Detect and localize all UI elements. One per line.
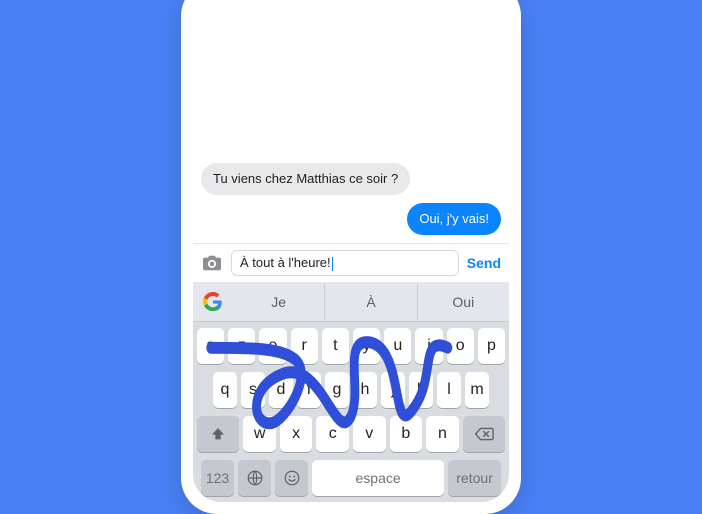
suggestion-2[interactable]: À: [324, 284, 416, 320]
message-input-text: À tout à l'heure!: [240, 255, 331, 270]
suggestion-3[interactable]: Oui: [417, 284, 509, 320]
key-l[interactable]: l: [437, 372, 461, 408]
key-m[interactable]: m: [465, 372, 489, 408]
conversation-area: Tu viens chez Matthias ce soir ? Oui, j'…: [193, 0, 509, 243]
numbers-key[interactable]: 123: [201, 460, 234, 496]
suggestion-1[interactable]: Je: [233, 284, 324, 320]
return-key[interactable]: retour: [448, 460, 501, 496]
shift-key[interactable]: [197, 416, 239, 452]
keyboard-row-2: q s d f g h j k l m: [197, 372, 505, 408]
key-b[interactable]: b: [390, 416, 423, 452]
key-h[interactable]: h: [353, 372, 377, 408]
key-r[interactable]: r: [291, 328, 318, 364]
key-u[interactable]: u: [384, 328, 411, 364]
key-q[interactable]: q: [213, 372, 237, 408]
message-input[interactable]: À tout à l'heure!: [231, 250, 459, 276]
key-p[interactable]: p: [478, 328, 505, 364]
key-o[interactable]: o: [447, 328, 474, 364]
message-bubble-outgoing: Oui, j'y vais!: [407, 203, 501, 235]
google-logo-icon: [203, 292, 223, 312]
key-e[interactable]: e: [259, 328, 286, 364]
send-button[interactable]: Send: [467, 255, 501, 271]
key-n[interactable]: n: [426, 416, 459, 452]
backspace-key[interactable]: [463, 416, 505, 452]
key-c[interactable]: c: [316, 416, 349, 452]
suggestions: Je À Oui: [233, 284, 509, 320]
phone-frame: Tu viens chez Matthias ce soir ? Oui, j'…: [181, 0, 521, 514]
globe-icon: [246, 469, 264, 487]
keyboard: Je À Oui a z e r t y u i o p: [193, 282, 509, 502]
key-i[interactable]: i: [415, 328, 442, 364]
emoji-icon: [283, 469, 301, 487]
message-bubble-incoming: Tu viens chez Matthias ce soir ?: [201, 163, 410, 195]
key-g[interactable]: g: [325, 372, 349, 408]
input-row: À tout à l'heure! Send: [193, 243, 509, 282]
key-a[interactable]: a: [197, 328, 224, 364]
key-y[interactable]: y: [353, 328, 380, 364]
emoji-key[interactable]: [275, 460, 308, 496]
key-s[interactable]: s: [241, 372, 265, 408]
shift-icon: [210, 426, 226, 442]
key-f[interactable]: f: [297, 372, 321, 408]
suggestion-bar: Je À Oui: [193, 282, 509, 322]
key-z[interactable]: z: [228, 328, 255, 364]
key-d[interactable]: d: [269, 372, 293, 408]
key-k[interactable]: k: [409, 372, 433, 408]
keyboard-row-1: a z e r t y u i o p: [197, 328, 505, 364]
google-button[interactable]: [193, 292, 233, 312]
screen: Tu viens chez Matthias ce soir ? Oui, j'…: [193, 0, 509, 502]
key-w[interactable]: w: [243, 416, 276, 452]
backspace-icon: [474, 427, 494, 441]
key-v[interactable]: v: [353, 416, 386, 452]
space-key[interactable]: espace: [312, 460, 444, 496]
keyboard-row-3: w x c v b n: [197, 416, 505, 452]
key-t[interactable]: t: [322, 328, 349, 364]
keyboard-row-4: 123 espace retour: [197, 460, 505, 496]
globe-key[interactable]: [238, 460, 271, 496]
key-j[interactable]: j: [381, 372, 405, 408]
key-x[interactable]: x: [280, 416, 313, 452]
camera-icon[interactable]: [201, 254, 223, 272]
